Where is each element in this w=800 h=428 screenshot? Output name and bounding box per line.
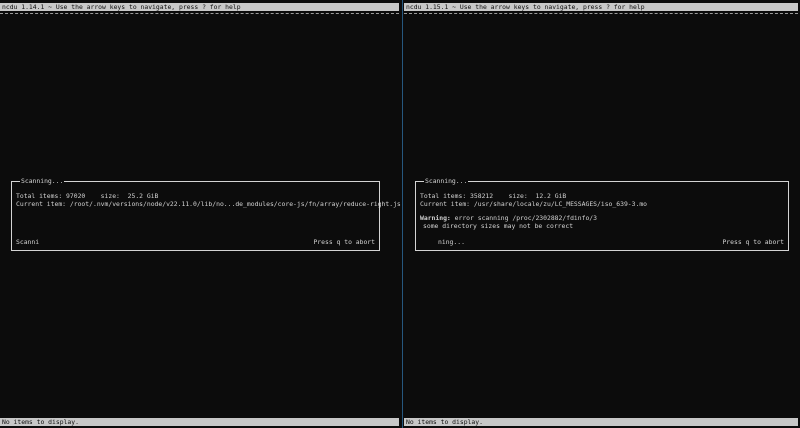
total-items-label: Total items: bbox=[16, 192, 63, 200]
total-items-value: 358212 bbox=[470, 192, 494, 200]
header-rule bbox=[0, 13, 399, 14]
total-items-value: 97020 bbox=[66, 192, 86, 200]
warning-label: Warning: bbox=[420, 214, 451, 222]
total-items-label: Total items: bbox=[420, 192, 467, 200]
current-item-label: Current item: bbox=[420, 200, 471, 208]
header-rule bbox=[404, 13, 798, 14]
size-value: 12.2 GiB bbox=[535, 192, 567, 200]
right-pane-ncdu[interactable]: ncdu 1.15.1 ~ Use the arrow keys to navi… bbox=[404, 0, 800, 428]
current-item-label: Current item: bbox=[16, 200, 67, 208]
title-bar: ncdu 1.14.1 ~ Use the arrow keys to navi… bbox=[0, 3, 399, 11]
size-label: size: bbox=[100, 192, 120, 200]
warning-line: Warning: error scanning /proc/2302882/fd… bbox=[420, 214, 597, 222]
status-bar: No items to display. bbox=[0, 418, 399, 426]
total-items-line: Total items: 358212 size: 12.2 GiB bbox=[420, 192, 566, 200]
scanning-dialog: Scanning... Total items: 358212 size: 12… bbox=[415, 177, 789, 251]
warning-text: error scanning /proc/2302882/fdinfo/3 bbox=[454, 214, 597, 222]
dialog-title: Scanning... bbox=[20, 177, 65, 186]
terminal-screen: ncdu 1.14.1 ~ Use the arrow keys to navi… bbox=[0, 0, 800, 428]
current-item-value: /usr/share/locale/zu/LC_MESSAGES/iso_639… bbox=[473, 200, 648, 208]
dialog-title: Scanning... bbox=[424, 177, 469, 186]
scanning-dialog: Scanning... Total items: 97020 size: 25.… bbox=[11, 177, 401, 251]
current-item-line: Current item: /root/.nvm/versions/node/v… bbox=[16, 200, 401, 208]
warning-note: some directory sizes may not be correct bbox=[423, 222, 574, 230]
size-label: size: bbox=[508, 192, 528, 200]
status-bar: No items to display. bbox=[404, 418, 798, 426]
left-pane-ncdu[interactable]: ncdu 1.14.1 ~ Use the arrow keys to navi… bbox=[0, 0, 401, 428]
abort-hint: Press q to abort bbox=[313, 238, 375, 246]
size-value: 25.2 GiB bbox=[127, 192, 159, 200]
scanning-spinner: ning... bbox=[438, 238, 465, 246]
abort-hint: Press q to abort bbox=[722, 238, 784, 246]
title-bar: ncdu 1.15.1 ~ Use the arrow keys to navi… bbox=[404, 3, 798, 11]
current-item-value: /root/.nvm/versions/node/v22.11.0/lib/no… bbox=[69, 200, 401, 208]
total-items-line: Total items: 97020 size: 25.2 GiB bbox=[16, 192, 158, 200]
scanning-spinner: Scanni bbox=[16, 238, 40, 246]
current-item-line: Current item: /usr/share/locale/zu/LC_ME… bbox=[420, 200, 647, 208]
